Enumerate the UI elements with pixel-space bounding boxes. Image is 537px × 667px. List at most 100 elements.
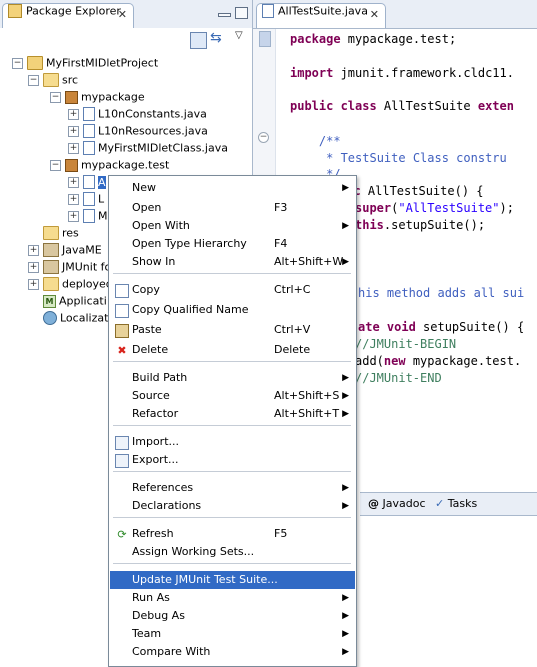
menu-item-shortcut: Delete [274,343,311,356]
menu-item[interactable]: Import... [110,433,355,451]
code-line: super("AllTestSuite"); [355,200,514,216]
menu-item[interactable]: Team ▶ [110,625,355,643]
tree-item[interactable]: + A [68,173,106,190]
tree-item[interactable]: + deployed [28,275,113,292]
collapse-toggle-icon[interactable]: − [28,74,39,86]
tree-item[interactable]: + M [68,207,108,224]
package-explorer-icon [8,4,22,18]
tab-tasks[interactable]: ✓ Tasks [435,496,477,512]
link-with-editor-icon[interactable]: ⇆ [210,30,222,46]
collapse-toggle-icon[interactable]: − [12,57,23,69]
tree-item[interactable]: − mypackage.test [50,156,169,173]
collapse-toggle-icon[interactable]: − [50,91,61,103]
minimize-icon[interactable] [218,13,231,17]
collapse-toggle-icon[interactable]: − [50,159,61,171]
package-explorer-tab[interactable]: Package Explorer ✕ [2,3,134,28]
tree-item[interactable]: − mypackage [50,88,145,105]
menu-item[interactable]: Open F3 [110,199,355,217]
menu-item[interactable]: Open With ▶ [110,217,355,235]
tree-item-label: JMUnit fo [62,260,112,274]
code-token: "AllTestSuite" [398,201,500,215]
menu-item[interactable]: ✖ Delete Delete [110,341,355,359]
tree-item-label: A [98,175,106,189]
tree-item-label: MyFirstMIDletClass.java [98,141,228,155]
collapse-all-icon[interactable] [190,32,207,49]
tree-item-label: res [62,226,79,240]
menu-item-label: Delete [132,343,169,356]
java-file-icon [83,141,95,155]
tasks-icon: ✓ [435,497,445,510]
tree-item[interactable]: res [28,224,79,241]
menu-item[interactable]: References ▶ [110,479,355,497]
expand-toggle-icon[interactable]: + [68,176,79,188]
menu-item[interactable]: Export... [110,451,355,469]
tree-item[interactable]: + JavaME [28,241,102,258]
code-token: //JMUnit-END [355,371,442,385]
submenu-arrow-icon: ▶ [342,409,349,419]
maximize-icon[interactable] [235,7,248,19]
expand-toggle-icon[interactable]: + [68,142,79,154]
expand-toggle-icon[interactable]: + [28,261,39,273]
menu-item[interactable]: Update JMUnit Test Suite... [110,571,355,589]
menu-item[interactable]: Show In Alt+Shift+W ▶ [110,253,355,271]
tree-item[interactable]: − src [28,71,78,88]
tree-item[interactable]: M Applicati [28,292,107,309]
tree-item[interactable]: + L10nResources.java [68,122,208,139]
submenu-arrow-icon: ▶ [342,483,349,493]
tab-tasks-label: Tasks [447,497,478,510]
package-icon [65,90,78,104]
editor-tab-alltestsuite[interactable]: AllTestSuite.java ✕ [256,3,386,28]
expand-toggle-icon[interactable]: + [68,193,79,205]
code-token: //JMUnit-BEGIN [355,337,457,351]
menu-item[interactable]: Assign Working Sets... [110,543,355,561]
expand-toggle-icon[interactable]: + [68,108,79,120]
menu-item[interactable]: ⟳ Refresh F5 [110,525,355,543]
close-icon[interactable]: ✕ [370,8,379,21]
menu-item[interactable]: Debug As ▶ [110,607,355,625]
menu-item[interactable]: Run As ▶ [110,589,355,607]
submenu-arrow-icon: ▶ [342,373,349,383]
code-token: this [355,218,384,232]
menu-item[interactable]: Source Alt+Shift+S ▶ [110,387,355,405]
menu-item[interactable]: Open Type Hierarchy F4 [110,235,355,253]
menu-item[interactable]: New ▶ [110,179,355,197]
expand-toggle-icon[interactable]: + [68,210,79,222]
tab-javadoc[interactable]: @ Javadoc [368,496,426,512]
expand-toggle-icon[interactable]: + [28,244,39,256]
menu-item[interactable]: Paste Ctrl+V [110,321,355,339]
submenu-arrow-icon: ▶ [342,629,349,639]
code-token: mypackage.test. [405,354,522,368]
view-menu-icon[interactable]: ▽ [235,30,243,41]
tree-item-label: Applicati [59,294,107,308]
menu-item-label: Build Path [132,371,188,384]
close-icon[interactable]: ✕ [118,8,127,21]
menu-separator [113,273,351,274]
code-token: import [290,66,334,80]
menu-item[interactable]: Copy Ctrl+C [110,281,355,299]
submenu-arrow-icon: ▶ [342,501,349,511]
code-token: super [355,201,392,215]
menu-item[interactable]: Refactor Alt+Shift+T ▶ [110,405,355,423]
menu-item[interactable]: Compare With ▶ [110,643,355,661]
tree-item[interactable]: + MyFirstMIDletClass.java [68,139,228,156]
library-icon [43,243,59,257]
tree-item[interactable]: + JMUnit fo [28,258,111,275]
tree-item[interactable]: + L [68,190,104,207]
tree-item[interactable]: + L10nConstants.java [68,105,207,122]
tree-item[interactable]: − MyFirstMIDletProject [12,54,158,71]
menu-item[interactable]: Build Path ▶ [110,369,355,387]
expand-toggle-icon[interactable]: + [28,278,39,290]
java-file-icon [262,4,274,18]
menu-item[interactable]: Copy Qualified Name [110,301,355,319]
code-token: public class [290,99,377,113]
fold-collapse-icon[interactable]: − [258,132,269,143]
menu-item-label: Team [132,627,162,640]
tree-item-label: JavaME [62,243,102,257]
menu-item-label: Import... [132,435,179,448]
tree-item[interactable]: Localizati [28,309,111,326]
expand-toggle-icon[interactable]: + [68,125,79,137]
code-token: /** [290,134,341,148]
code-line: * TestSuite Class constru [290,150,507,166]
menu-item[interactable]: Declarations ▶ [110,497,355,515]
code-line: package mypackage.test; [290,31,456,47]
